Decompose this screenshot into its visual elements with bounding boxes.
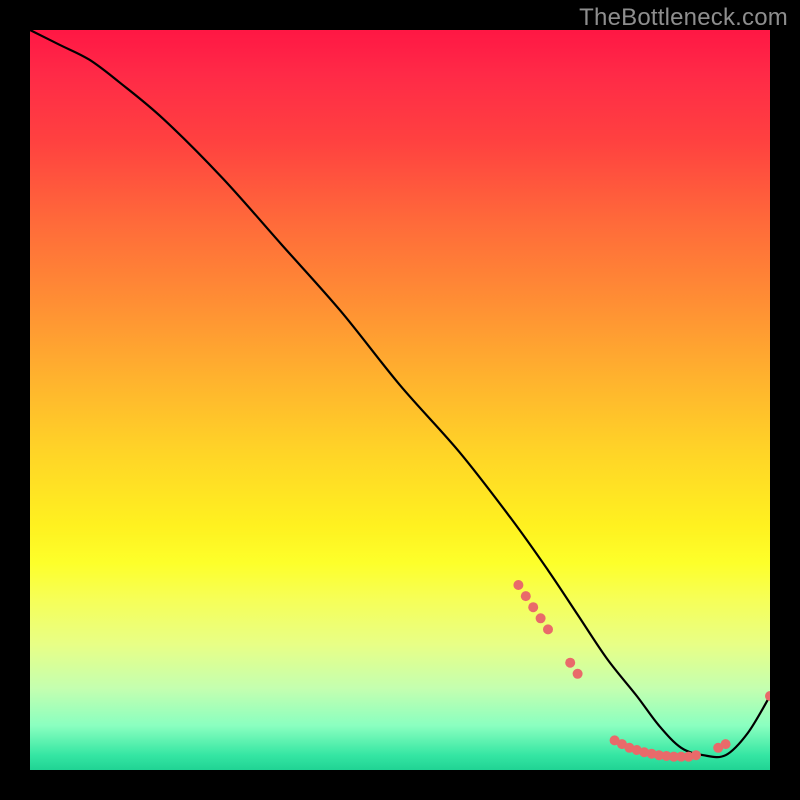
highlight-point [536, 613, 546, 623]
highlight-point [528, 602, 538, 612]
highlight-points [513, 580, 770, 762]
plot-area [30, 30, 770, 770]
highlight-point [573, 669, 583, 679]
highlight-point [765, 691, 770, 701]
chart-svg [30, 30, 770, 770]
highlight-point [721, 739, 731, 749]
highlight-point [565, 658, 575, 668]
highlight-point [513, 580, 523, 590]
highlight-point [543, 624, 553, 634]
highlight-point [691, 750, 701, 760]
highlight-point [521, 591, 531, 601]
watermark-text: TheBottleneck.com [579, 4, 788, 32]
chart-stage: TheBottleneck.com [0, 0, 800, 800]
bottleneck-curve [30, 30, 770, 757]
